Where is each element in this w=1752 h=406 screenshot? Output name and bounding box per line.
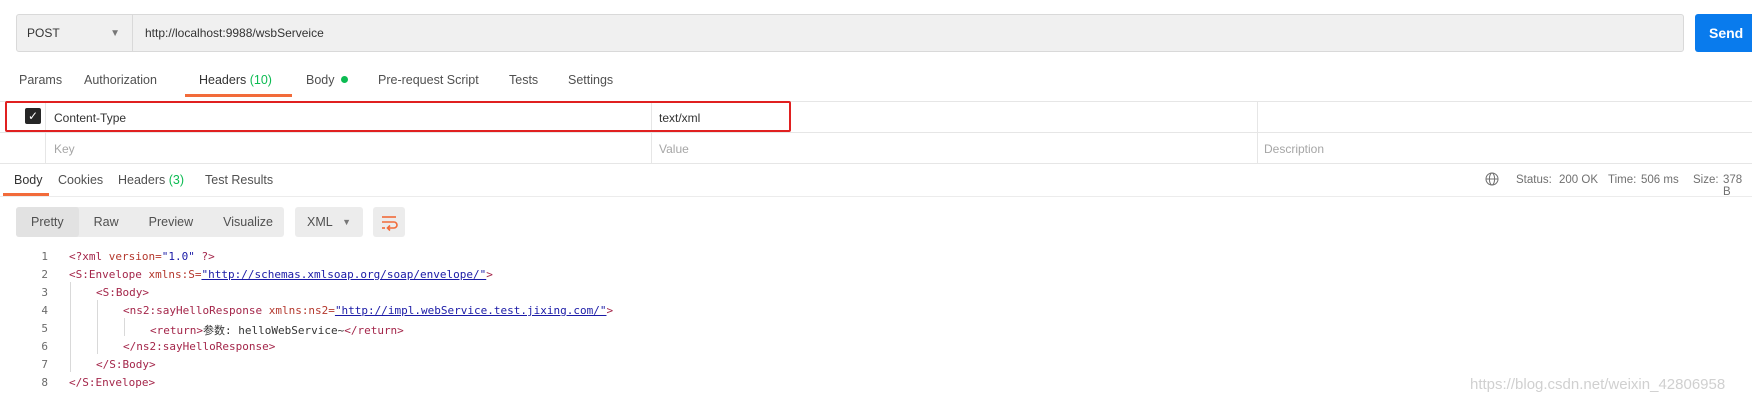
chevron-down-icon: ▼ — [342, 217, 351, 227]
code-line: <return>参数: helloWebService~</return> — [150, 322, 404, 338]
raw-button[interactable]: Raw — [79, 207, 134, 237]
tab-headers[interactable]: Headers (10) — [199, 73, 272, 87]
xml-tag: <ns2:sayHelloResponse — [123, 304, 263, 317]
xml-tag: <S:Envelope — [69, 268, 142, 281]
line-number: 5 — [41, 322, 48, 335]
line-number: 7 — [41, 358, 48, 371]
xml-tag: <return> — [150, 324, 203, 337]
size-value: 378 B — [1723, 174, 1743, 198]
tab-headers-label: Headers — [199, 73, 247, 87]
xml-attr: xmlns:ns2= — [262, 304, 335, 317]
line-number: 3 — [41, 286, 48, 299]
status-label: Status: — [1516, 174, 1552, 186]
tab-response-headers-label: Headers — [118, 173, 166, 187]
highlight-box — [5, 101, 791, 132]
code-line: <ns2:sayHelloResponse xmlns:ns2="http://… — [123, 304, 613, 317]
language-select[interactable]: XML ▼ — [295, 207, 363, 237]
xml-link[interactable]: "http://schemas.xmlsoap.org/soap/envelop… — [201, 268, 486, 281]
tab-tests[interactable]: Tests — [509, 73, 538, 87]
tab-response-headers-count: (3) — [168, 173, 185, 187]
tab-body[interactable]: Body — [306, 73, 348, 87]
line-number: 8 — [41, 376, 48, 389]
pretty-button[interactable]: Pretty — [16, 207, 79, 237]
table-column-divider — [1257, 101, 1258, 163]
indent-guide — [97, 300, 98, 354]
method-label: POST — [27, 26, 60, 40]
tab-response-headers[interactable]: Headers (3) — [118, 173, 184, 187]
xml-tag-close: > — [486, 268, 493, 281]
tab-authorization[interactable]: Authorization — [84, 73, 157, 87]
size-label: Size: — [1693, 174, 1719, 186]
tab-settings[interactable]: Settings — [568, 73, 613, 87]
line-number: 2 — [41, 268, 48, 281]
key-input[interactable]: Key — [54, 142, 75, 156]
tab-headers-count: (10) — [249, 73, 272, 87]
indent-guide — [124, 318, 125, 336]
tab-params[interactable]: Params — [19, 73, 62, 87]
xml-link[interactable]: "http://impl.webService.test.jixing.com/… — [335, 304, 607, 317]
code-line: </S:Body> — [96, 358, 156, 371]
code-line: </ns2:sayHelloResponse> — [123, 340, 276, 353]
section-divider — [0, 196, 1752, 197]
visualize-button[interactable]: Visualize — [208, 207, 288, 237]
xml-tag-close: > — [606, 304, 614, 317]
value-input[interactable]: Value — [659, 142, 689, 156]
description-input[interactable]: Description — [1264, 142, 1324, 156]
method-select[interactable]: POST ▼ — [17, 15, 133, 51]
line-number: 4 — [41, 304, 48, 317]
xml-attr-value: "1.0" — [161, 250, 195, 263]
xml-text: 参数: helloWebService~ — [202, 324, 345, 337]
language-label: XML — [307, 215, 333, 229]
tab-pre-request-script[interactable]: Pre-request Script — [378, 73, 479, 87]
code-line: </S:Envelope> — [69, 376, 156, 389]
body-indicator-dot — [340, 76, 348, 83]
tab-cookies[interactable]: Cookies — [58, 173, 103, 187]
xml-attr: version= — [102, 250, 162, 263]
xml-tag: </return> — [344, 324, 404, 337]
table-divider — [0, 132, 1752, 133]
wrap-icon — [382, 216, 398, 232]
active-tab-indicator — [185, 94, 292, 97]
indent-guide — [70, 282, 71, 372]
url-input[interactable]: http://localhost:9988/wsbServeice — [133, 26, 324, 40]
line-number: 1 — [41, 250, 48, 263]
preview-button[interactable]: Preview — [134, 207, 208, 237]
tab-response-body[interactable]: Body — [14, 173, 43, 187]
send-button[interactable]: Send — [1695, 14, 1752, 52]
chevron-down-icon: ▼ — [110, 27, 120, 39]
table-divider — [0, 163, 1752, 164]
xml-attr: xmlns:S= — [141, 268, 202, 281]
watermark: https://blog.csdn.net/weixin_42806958 — [1470, 376, 1726, 393]
tab-body-label: Body — [306, 73, 335, 87]
line-number: 6 — [41, 340, 48, 353]
status-value: 200 OK — [1559, 174, 1598, 186]
wrap-lines-button[interactable] — [373, 207, 405, 237]
tab-test-results[interactable]: Test Results — [205, 173, 273, 187]
request-bar: POST ▼ http://localhost:9988/wsbServeice — [16, 14, 1684, 52]
time-value: 506 ms — [1641, 174, 1679, 186]
globe-icon[interactable] — [1485, 172, 1499, 186]
format-toggle-group: Pretty Raw Preview Visualize — [16, 207, 284, 237]
xml-declaration-open: <?xml — [69, 250, 103, 263]
code-line: <S:Envelope xmlns:S="http://schemas.xmls… — [69, 268, 493, 281]
time-label: Time: — [1608, 174, 1637, 186]
code-line: <?xml version="1.0" ?> — [69, 250, 215, 263]
xml-declaration-close: ?> — [194, 250, 215, 263]
code-line: <S:Body> — [96, 286, 149, 299]
